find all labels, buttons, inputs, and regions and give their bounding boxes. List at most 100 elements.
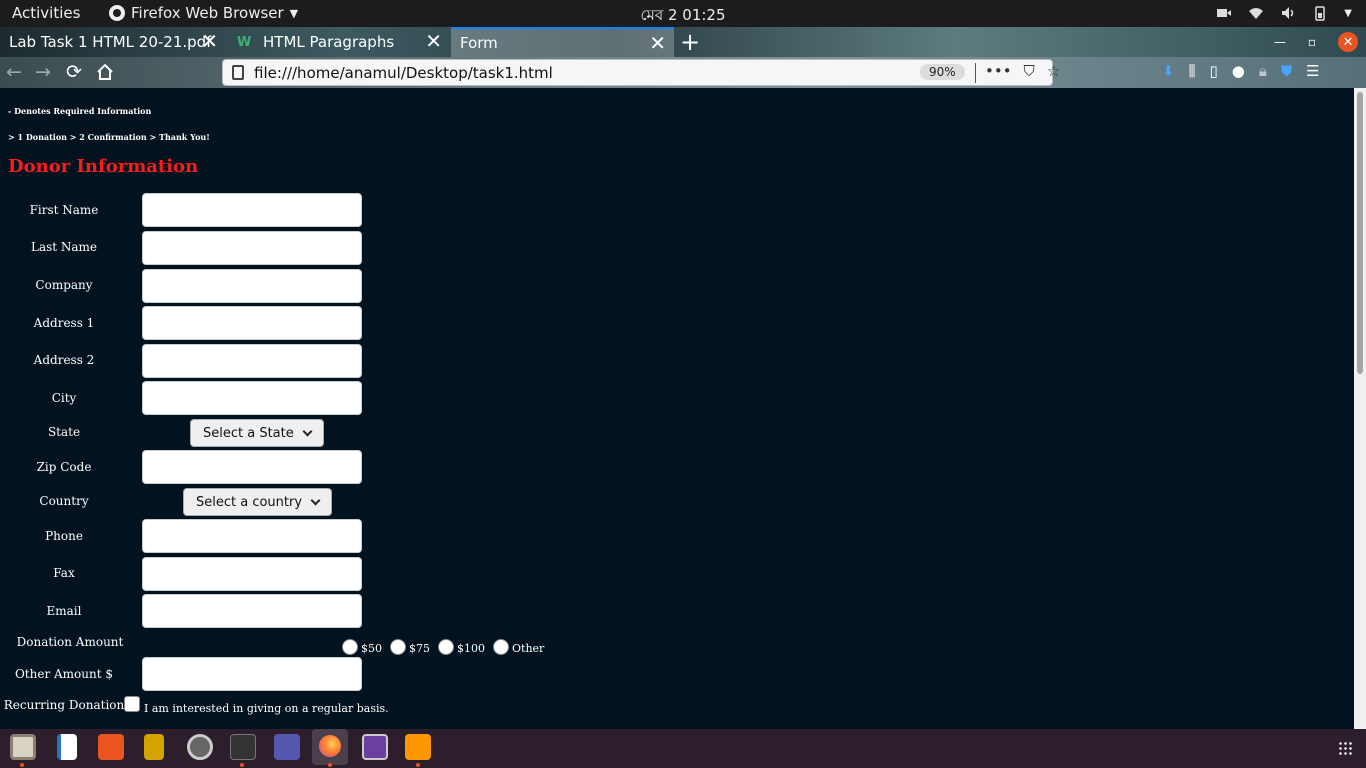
back-icon[interactable]: ←	[6, 61, 22, 83]
calculator-icon[interactable]	[144, 734, 164, 760]
amount-option-label: $100	[457, 642, 485, 655]
pocket-icon[interactable]: ⛉	[1024, 62, 1035, 80]
zip-input[interactable]	[142, 450, 362, 484]
sublime-text-icon[interactable]	[405, 734, 431, 760]
chevron-down-icon	[302, 426, 313, 436]
page-scrollbar[interactable]	[1354, 88, 1366, 729]
address1-input[interactable]	[142, 306, 362, 340]
running-indicator	[240, 763, 244, 767]
tab-html-paragraphs[interactable]: W HTML Paragraphs ✕	[228, 27, 450, 57]
url-bar[interactable]: file:///home/anamul/Desktop/task1.html 9…	[222, 59, 1060, 86]
writer-icon[interactable]	[57, 734, 77, 760]
settings-icon[interactable]	[187, 734, 213, 760]
tab-label: Form	[460, 34, 498, 52]
close-tab-icon[interactable]: ✕	[201, 31, 218, 51]
last-name-input[interactable]	[142, 231, 362, 265]
amount-option-100[interactable]: $100	[438, 634, 485, 655]
chevron-down-icon	[310, 495, 321, 505]
radio-button[interactable]	[438, 639, 454, 655]
firefox-dock-icon[interactable]	[312, 729, 348, 765]
city-input[interactable]	[142, 381, 362, 415]
close-tab-icon[interactable]: ✕	[425, 31, 442, 51]
address1-label: Address 1	[33, 316, 95, 330]
last-name-label: Last Name	[30, 240, 98, 254]
library-icon[interactable]: ⫼	[1189, 62, 1196, 80]
breadcrumb: > 1 Donation > 2 Confirmation > Thank Yo…	[8, 132, 210, 142]
firefox-icon	[319, 735, 341, 757]
fax-input[interactable]	[142, 557, 362, 591]
camera-icon	[1217, 9, 1232, 17]
recurring-checkbox[interactable]	[124, 696, 140, 712]
wifi-icon	[1249, 8, 1264, 19]
company-input[interactable]	[142, 269, 362, 303]
state-select[interactable]: Select a State	[190, 419, 324, 447]
required-note: - Denotes Required Information	[8, 106, 152, 116]
donation-amount-options: $50 $75 $100 Other	[342, 634, 552, 655]
country-select[interactable]: Select a country	[183, 488, 333, 516]
tab-label: HTML Paragraphs	[263, 33, 395, 51]
new-tab-button[interactable]: +	[680, 28, 700, 56]
system-tray[interactable]: ▼	[1216, 5, 1352, 21]
zoom-badge[interactable]: 90%	[920, 64, 965, 80]
fax-label: Fax	[53, 566, 75, 580]
window-controls: — ▫ ✕	[1274, 32, 1358, 52]
city-label: City	[51, 391, 77, 405]
page-title: Donor Information	[8, 156, 199, 177]
radio-button[interactable]	[390, 639, 406, 655]
tab-lab-task-pdf[interactable]: Lab Task 1 HTML 20-21.pdf ✕	[0, 27, 226, 57]
chevron-down-icon: ▼	[1344, 7, 1352, 19]
terminal-icon[interactable]	[230, 734, 256, 760]
amount-option-75[interactable]: $75	[390, 634, 430, 655]
radio-button[interactable]	[493, 639, 509, 655]
more-actions-icon[interactable]: •••	[985, 62, 1012, 80]
scrollbar-thumb[interactable]	[1357, 92, 1363, 374]
page-content: - Denotes Required Information > 1 Donat…	[0, 88, 1354, 729]
navigation-toolbar: ← → ⟳ file:///home/anamul/Desktop/task1.…	[0, 57, 1366, 88]
state-select-value: Select a State	[203, 425, 294, 441]
minimize-icon[interactable]: —	[1274, 35, 1286, 49]
running-indicator	[20, 763, 24, 767]
show-applications-icon[interactable]	[1338, 741, 1352, 755]
amount-option-label: $75	[409, 642, 430, 655]
extension-shield-icon[interactable]: ⛊	[1281, 62, 1292, 80]
menu-icon[interactable]: ☰	[1306, 62, 1319, 80]
page-actions: ••• ⛉ ☆	[985, 62, 1060, 80]
download-icon[interactable]: ⬇	[1162, 62, 1175, 80]
account-icon[interactable]: ●	[1232, 62, 1245, 80]
email-input[interactable]	[142, 594, 362, 628]
close-tab-icon[interactable]: ✕	[649, 33, 666, 53]
email-label: Email	[46, 604, 82, 618]
tab-form[interactable]: Form ✕	[451, 27, 674, 57]
other-amount-input[interactable]	[142, 657, 362, 691]
url-input[interactable]: file:///home/anamul/Desktop/task1.html	[254, 64, 553, 82]
reload-icon[interactable]: ⟳	[66, 61, 82, 83]
amount-option-other[interactable]: Other	[493, 634, 544, 655]
tab-label: Lab Task 1 HTML 20-21.pdf	[9, 33, 212, 51]
forward-icon[interactable]: →	[35, 61, 51, 83]
radio-button[interactable]	[342, 639, 358, 655]
home-icon[interactable]	[96, 63, 114, 81]
address2-input[interactable]	[142, 344, 362, 378]
files-icon[interactable]	[10, 734, 36, 760]
recurring-donation-label: Recurring Donation	[3, 698, 125, 712]
divider	[975, 63, 976, 83]
video-editor-icon[interactable]	[362, 734, 388, 760]
dock	[0, 729, 1366, 768]
phone-input[interactable]	[142, 519, 362, 553]
sidebar-icon[interactable]: ▯	[1209, 62, 1217, 80]
amount-option-50[interactable]: $50	[342, 634, 382, 655]
first-name-input[interactable]	[142, 193, 362, 227]
running-indicator	[416, 763, 420, 767]
clock[interactable]: মেব 2 01:25	[0, 4, 1366, 29]
w3schools-icon: W	[237, 35, 252, 50]
maximize-icon[interactable]: ▫	[1308, 35, 1316, 49]
bookmark-star-icon[interactable]: ☆	[1047, 62, 1060, 80]
state-label: State	[47, 425, 81, 439]
teams-icon[interactable]	[274, 734, 300, 760]
software-center-icon[interactable]	[98, 734, 124, 760]
zip-label: Zip Code	[36, 460, 92, 474]
page-icon	[232, 65, 244, 80]
lock-icon[interactable]: 🔒︎	[1259, 62, 1267, 80]
close-window-button[interactable]: ✕	[1338, 32, 1358, 52]
address2-label: Address 2	[33, 353, 95, 367]
